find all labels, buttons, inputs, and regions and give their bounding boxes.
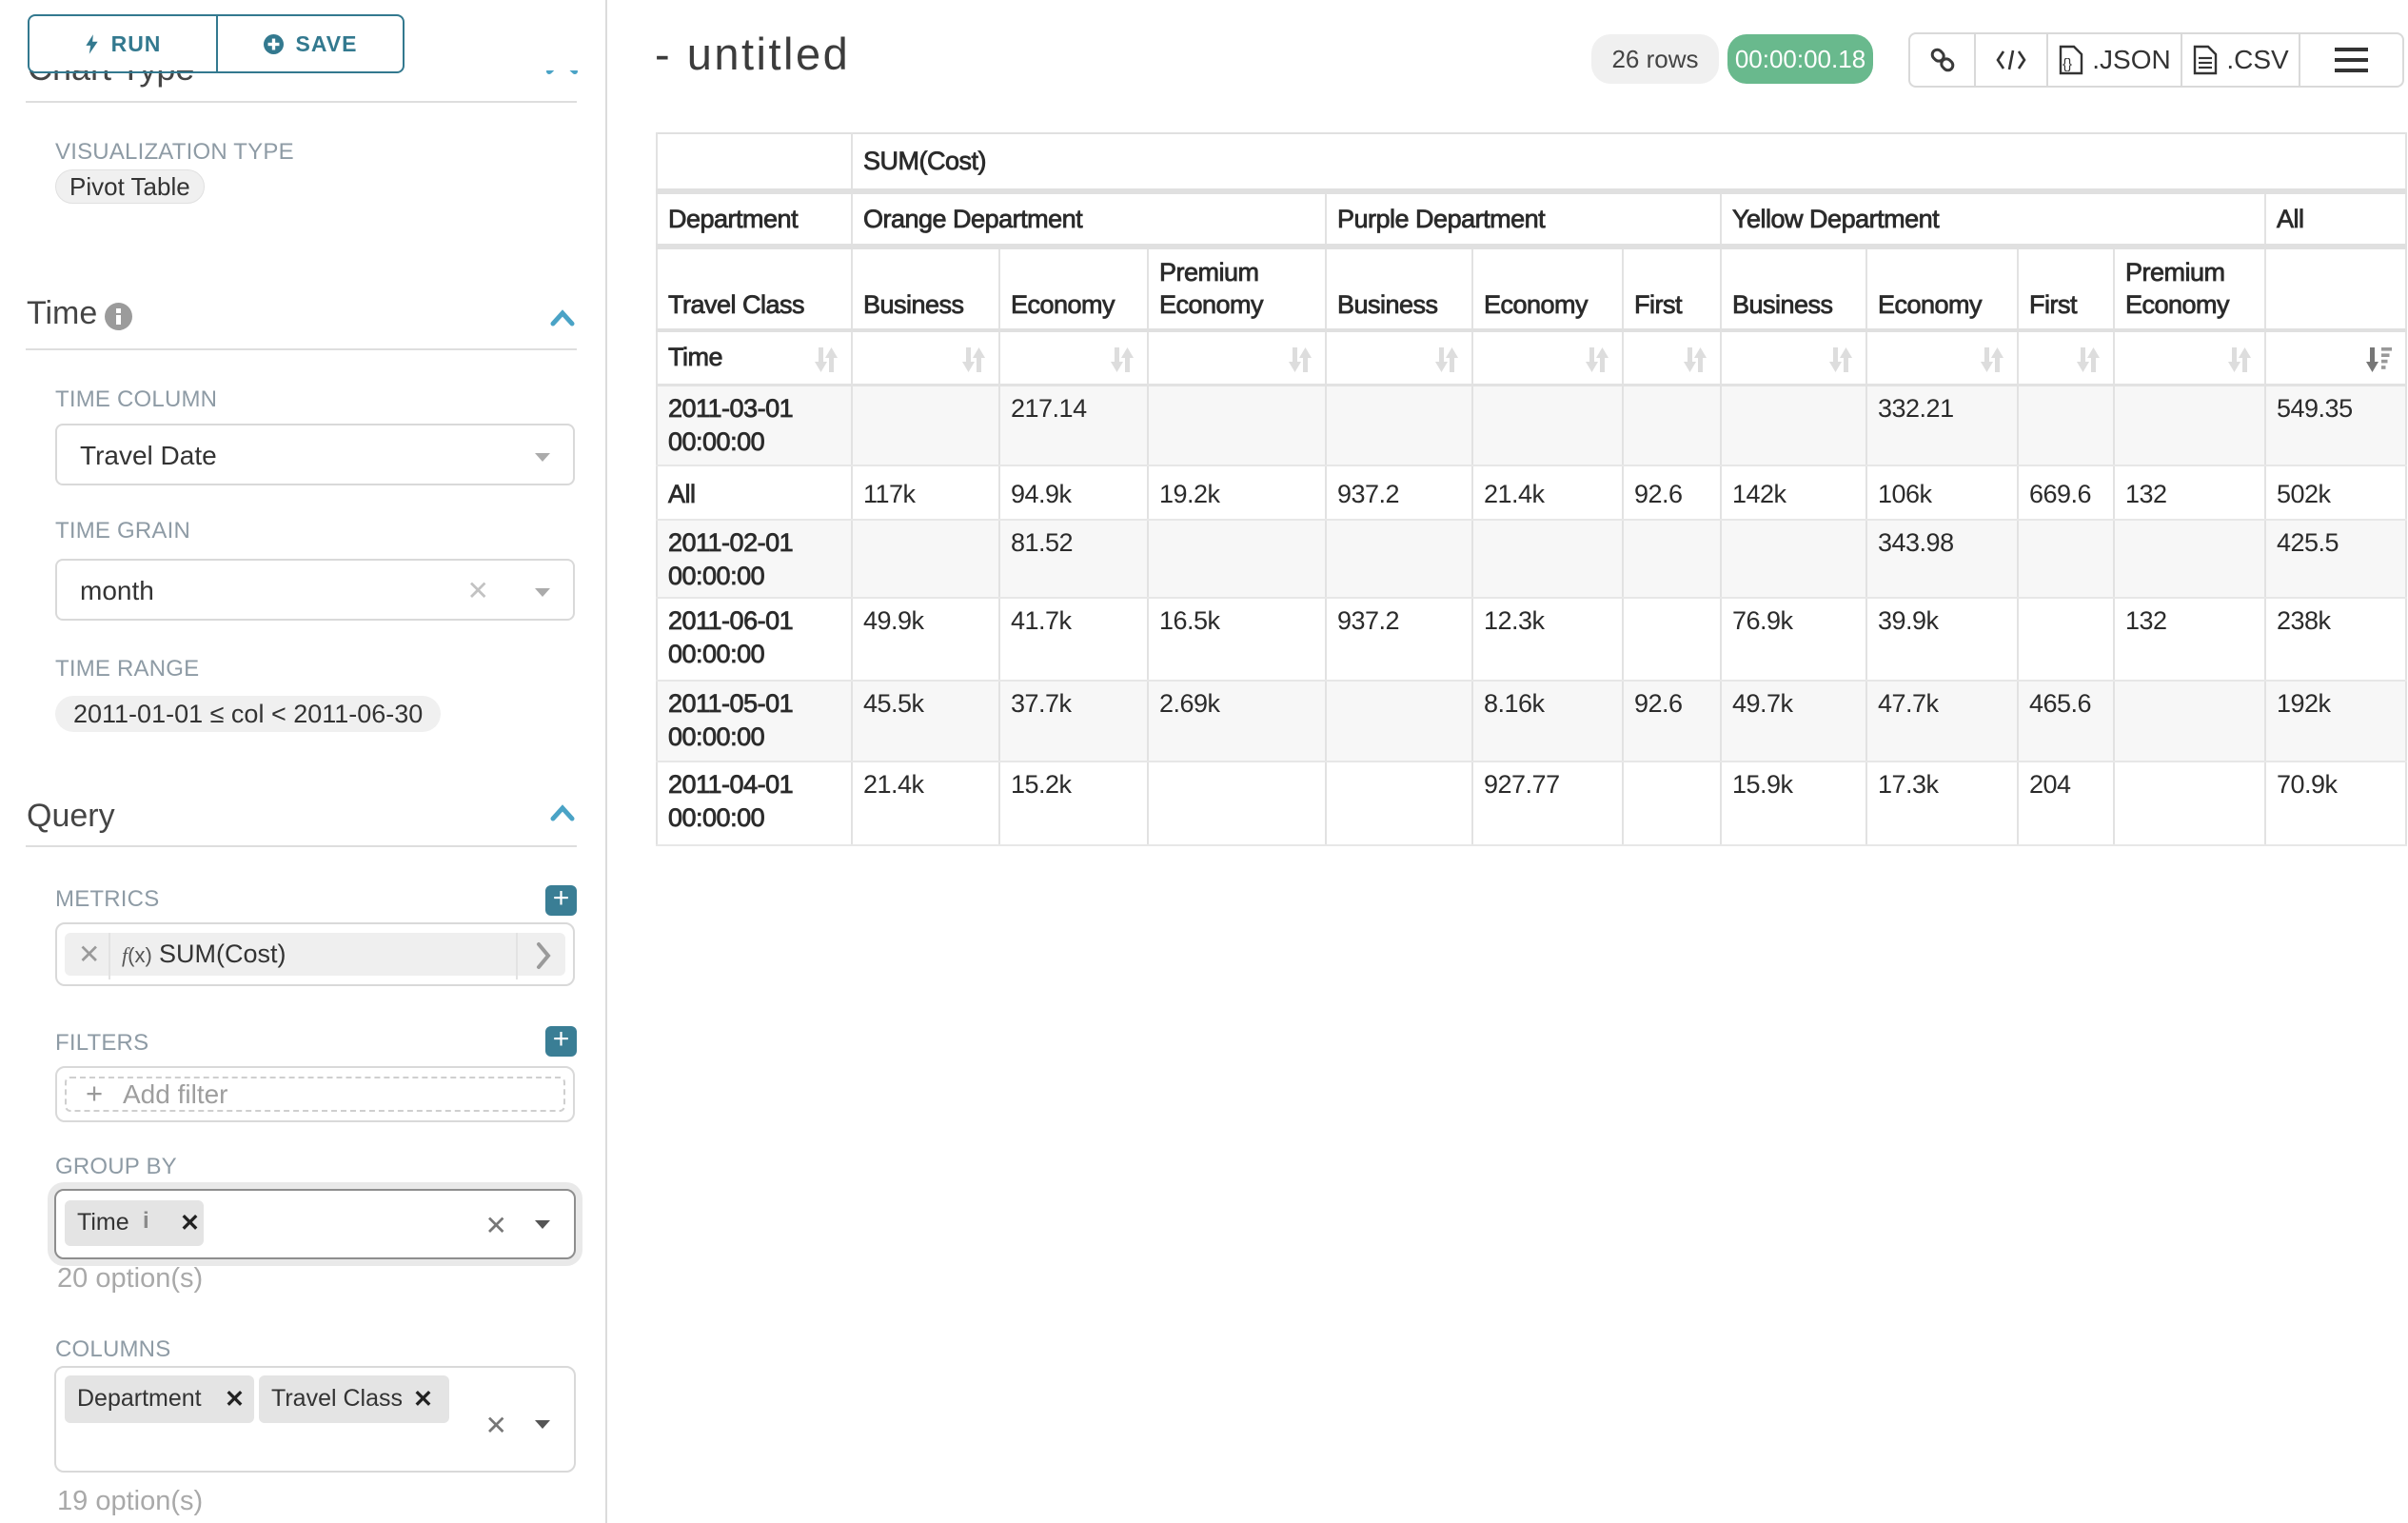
svg-text:{}: {}	[2063, 56, 2072, 72]
